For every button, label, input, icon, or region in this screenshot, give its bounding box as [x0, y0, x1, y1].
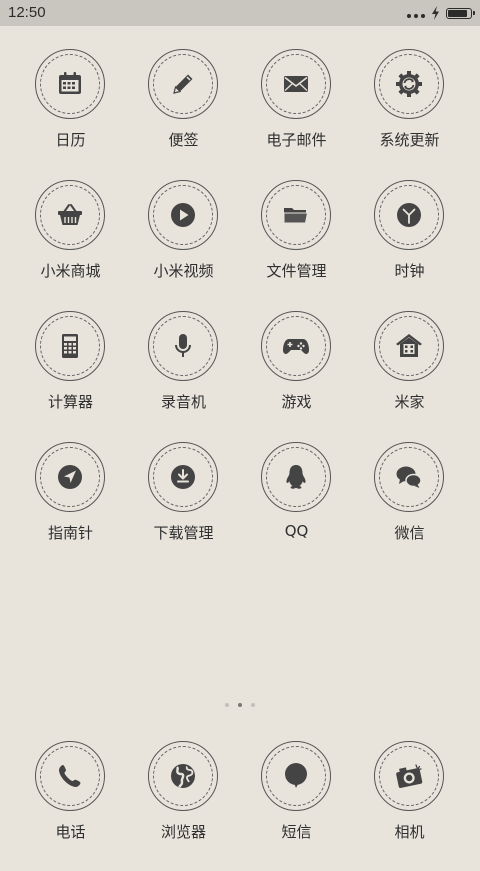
app-label: 录音机	[160, 393, 206, 411]
app-wechat[interactable]: 微信	[353, 442, 466, 572]
basket-icon	[58, 204, 82, 225]
app-system-update[interactable]: 系统更新	[353, 49, 466, 179]
dock-browser[interactable]: 浏览器	[127, 741, 240, 871]
app-games[interactable]: 游戏	[240, 311, 353, 441]
app-label: QQ	[284, 522, 309, 540]
app-icon-frame	[261, 49, 331, 119]
app-compass[interactable]: 指南针	[14, 442, 127, 572]
download-icon	[171, 465, 195, 489]
compass-icon	[58, 465, 82, 489]
page-dot-active[interactable]	[238, 703, 242, 707]
app-icon-frame	[374, 49, 444, 119]
app-label: 电子邮件	[266, 131, 327, 149]
app-icon-frame	[261, 442, 331, 512]
app-label: 小米视频	[153, 262, 214, 280]
app-label: 下载管理	[153, 524, 214, 542]
camera-icon	[396, 764, 423, 788]
app-icon-frame	[374, 442, 444, 512]
status-bar: 12:50	[0, 0, 480, 26]
app-icon-frame	[35, 180, 105, 250]
status-indicators	[407, 5, 475, 21]
app-calendar[interactable]: 日历	[14, 49, 127, 179]
app-label: 文件管理	[266, 262, 327, 280]
app-icon-frame	[261, 180, 331, 250]
clock-icon	[397, 203, 421, 227]
pencil-icon	[173, 74, 193, 94]
penguin-icon	[286, 465, 306, 489]
app-label: 米家	[394, 393, 425, 411]
home-icon	[396, 334, 422, 357]
calculator-icon	[62, 334, 78, 358]
app-calculator[interactable]: 计算器	[14, 311, 127, 441]
message-bubble-icon	[285, 763, 307, 788]
microphone-icon	[175, 334, 191, 357]
app-label: 短信	[281, 823, 312, 841]
play-icon	[171, 203, 195, 227]
app-notes[interactable]: 便签	[127, 49, 240, 179]
app-label: 电话	[55, 823, 86, 841]
app-qq[interactable]: QQ	[240, 442, 353, 572]
folder-icon	[283, 208, 309, 224]
battery-level	[448, 9, 467, 17]
app-label: 时钟	[394, 262, 425, 280]
app-icon-frame	[148, 180, 218, 250]
status-time: 12:50	[8, 4, 46, 21]
chat-bubbles-icon	[396, 466, 422, 488]
app-label: 指南针	[47, 524, 93, 542]
app-icon-frame	[148, 49, 218, 119]
app-icon-frame	[148, 311, 218, 381]
envelope-icon	[284, 76, 308, 92]
app-icon-frame	[261, 741, 331, 811]
page-dot[interactable]	[251, 703, 255, 707]
phone-icon	[59, 765, 81, 787]
page-dot[interactable]	[225, 703, 229, 707]
app-label: 计算器	[47, 393, 93, 411]
app-label: 微信	[394, 524, 425, 542]
app-label: 小米商城	[40, 262, 101, 280]
app-icon-frame	[35, 311, 105, 381]
app-icon-frame	[374, 741, 444, 811]
app-icon-frame	[35, 741, 105, 811]
charging-bolt-icon	[432, 6, 439, 20]
app-mi-home[interactable]: 米家	[353, 311, 466, 441]
app-icon-frame	[35, 442, 105, 512]
app-label: 系统更新	[379, 131, 440, 149]
app-mi-store[interactable]: 小米商城	[14, 180, 127, 310]
app-file-manager[interactable]: 文件管理	[240, 180, 353, 310]
calendar-icon	[59, 72, 81, 94]
app-clock[interactable]: 时钟	[353, 180, 466, 310]
app-icon-frame	[35, 49, 105, 119]
battery-icon	[446, 7, 475, 19]
app-label: 便签	[168, 131, 199, 149]
dock-messages[interactable]: 短信	[240, 741, 353, 871]
app-icon-frame	[374, 311, 444, 381]
dock-phone[interactable]: 电话	[14, 741, 127, 871]
app-icon-frame	[148, 741, 218, 811]
app-icon-frame	[148, 442, 218, 512]
app-label: 浏览器	[160, 823, 206, 841]
app-icon-frame	[374, 180, 444, 250]
dock-camera[interactable]: 相机	[353, 741, 466, 871]
app-icon-frame	[261, 311, 331, 381]
app-email[interactable]: 电子邮件	[240, 49, 353, 179]
globe-icon	[171, 764, 195, 788]
app-label: 游戏	[281, 393, 312, 411]
refresh-gear-icon	[396, 71, 422, 97]
app-recorder[interactable]: 录音机	[127, 311, 240, 441]
app-label: 日历	[55, 131, 86, 149]
app-downloads[interactable]: 下载管理	[127, 442, 240, 572]
notification-dots-icon	[407, 14, 425, 18]
gamepad-icon	[283, 339, 309, 354]
page-indicator[interactable]	[0, 703, 480, 707]
app-mi-video[interactable]: 小米视频	[127, 180, 240, 310]
app-label: 相机	[394, 823, 425, 841]
